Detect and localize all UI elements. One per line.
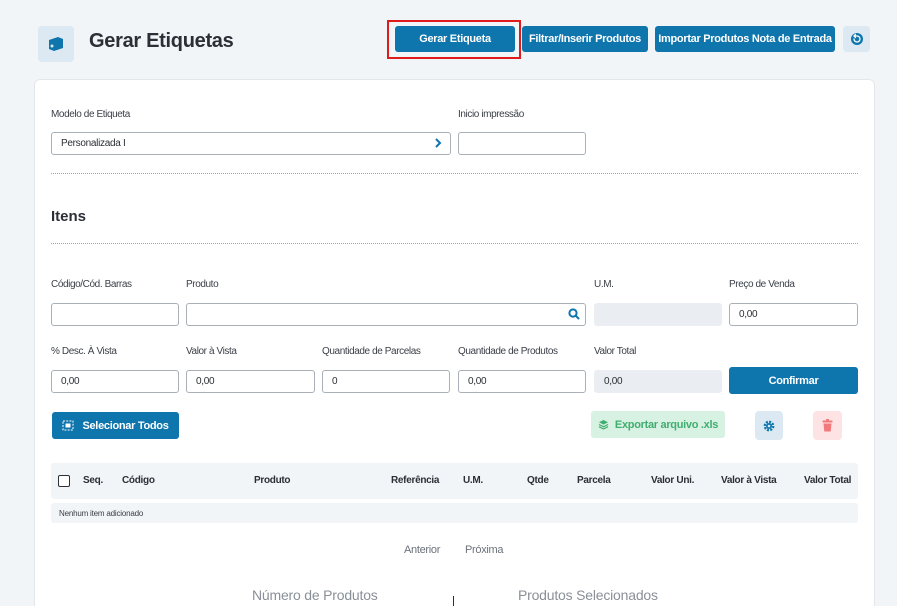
- um-label: U.M.: [594, 279, 614, 290]
- main-card: [34, 79, 875, 606]
- divider: [51, 173, 858, 174]
- product-input[interactable]: [186, 303, 586, 326]
- selected-products-label: Produtos Selecionados: [518, 587, 658, 603]
- quantity-label: Quantidade de Produtos: [458, 346, 558, 357]
- import-products-button[interactable]: Importar Produtos Nota de Entrada: [655, 26, 835, 52]
- column-header-total-value[interactable]: Valor Total: [804, 475, 851, 486]
- model-label: Modelo de Etiqueta: [51, 109, 130, 120]
- delete-button[interactable]: [813, 411, 842, 440]
- select-all-icon: [62, 420, 74, 431]
- tag-icon: [38, 26, 74, 62]
- layers-icon: [598, 419, 609, 430]
- column-header-parcel[interactable]: Parcela: [577, 475, 611, 486]
- items-section-title: Itens: [51, 208, 87, 225]
- quantity-input[interactable]: 0,00: [458, 370, 586, 393]
- start-print-label: Inicio impressão: [458, 109, 524, 120]
- um-field: [594, 303, 722, 326]
- products-count-label: Número de Produtos: [252, 587, 378, 603]
- model-select-value: Personalizada I: [61, 138, 126, 149]
- price-input[interactable]: 0,00: [729, 303, 858, 326]
- select-all-button[interactable]: Selecionar Todos: [52, 412, 179, 439]
- generate-label-button[interactable]: Gerar Etiqueta: [395, 26, 515, 52]
- divider: [51, 243, 858, 244]
- code-label: Código/Cód. Barras: [51, 279, 132, 290]
- cash-value-label: Valor à Vista: [186, 346, 237, 357]
- total-label: Valor Total: [594, 346, 636, 357]
- column-header-qty[interactable]: Qtde: [527, 475, 549, 486]
- previous-page-button[interactable]: Anterior: [404, 544, 440, 556]
- export-xls-button[interactable]: Exportar arquivo .xls: [591, 411, 725, 438]
- column-header-product[interactable]: Produto: [254, 475, 291, 486]
- empty-table-message: Nenhum item adicionado: [51, 503, 858, 523]
- column-header-reference[interactable]: Referência: [391, 475, 439, 486]
- settings-button[interactable]: [755, 411, 783, 440]
- column-header-code[interactable]: Código: [122, 475, 155, 486]
- parcels-label: Quantidade de Parcelas: [322, 346, 421, 357]
- select-all-label: Selecionar Todos: [82, 419, 169, 432]
- undo-icon: [850, 33, 863, 45]
- column-header-um[interactable]: U.M.: [463, 475, 483, 486]
- search-icon[interactable]: [568, 308, 580, 323]
- price-label: Preço de Venda: [729, 279, 795, 290]
- trash-icon: [822, 419, 833, 432]
- next-page-button[interactable]: Próxima: [465, 544, 504, 556]
- gear-icon: [763, 420, 775, 431]
- select-all-checkbox[interactable]: [58, 475, 70, 487]
- discount-label: % Desc. À Vista: [51, 346, 117, 357]
- back-button[interactable]: [843, 26, 870, 52]
- start-print-input[interactable]: [458, 132, 586, 155]
- page-title: Gerar Etiquetas: [89, 30, 234, 52]
- column-header-seq[interactable]: Seq.: [83, 475, 103, 486]
- filter-products-button[interactable]: Filtrar/Inserir Produtos: [522, 26, 648, 52]
- product-label: Produto: [186, 279, 219, 290]
- export-xls-label: Exportar arquivo .xls: [614, 418, 719, 431]
- column-header-unit-value[interactable]: Valor Uni.: [651, 475, 694, 486]
- parcels-input[interactable]: 0: [322, 370, 450, 393]
- chevron-right-icon: [434, 137, 442, 152]
- total-field: 0,00: [594, 370, 722, 393]
- model-select[interactable]: Personalizada I: [51, 132, 451, 155]
- confirm-button[interactable]: Confirmar: [729, 367, 858, 394]
- code-input[interactable]: [51, 303, 179, 326]
- stats-divider: [453, 596, 454, 606]
- cash-value-input[interactable]: 0,00: [186, 370, 315, 393]
- column-header-cash-value[interactable]: Valor à Vista: [721, 475, 777, 486]
- discount-input[interactable]: 0,00: [51, 370, 179, 393]
